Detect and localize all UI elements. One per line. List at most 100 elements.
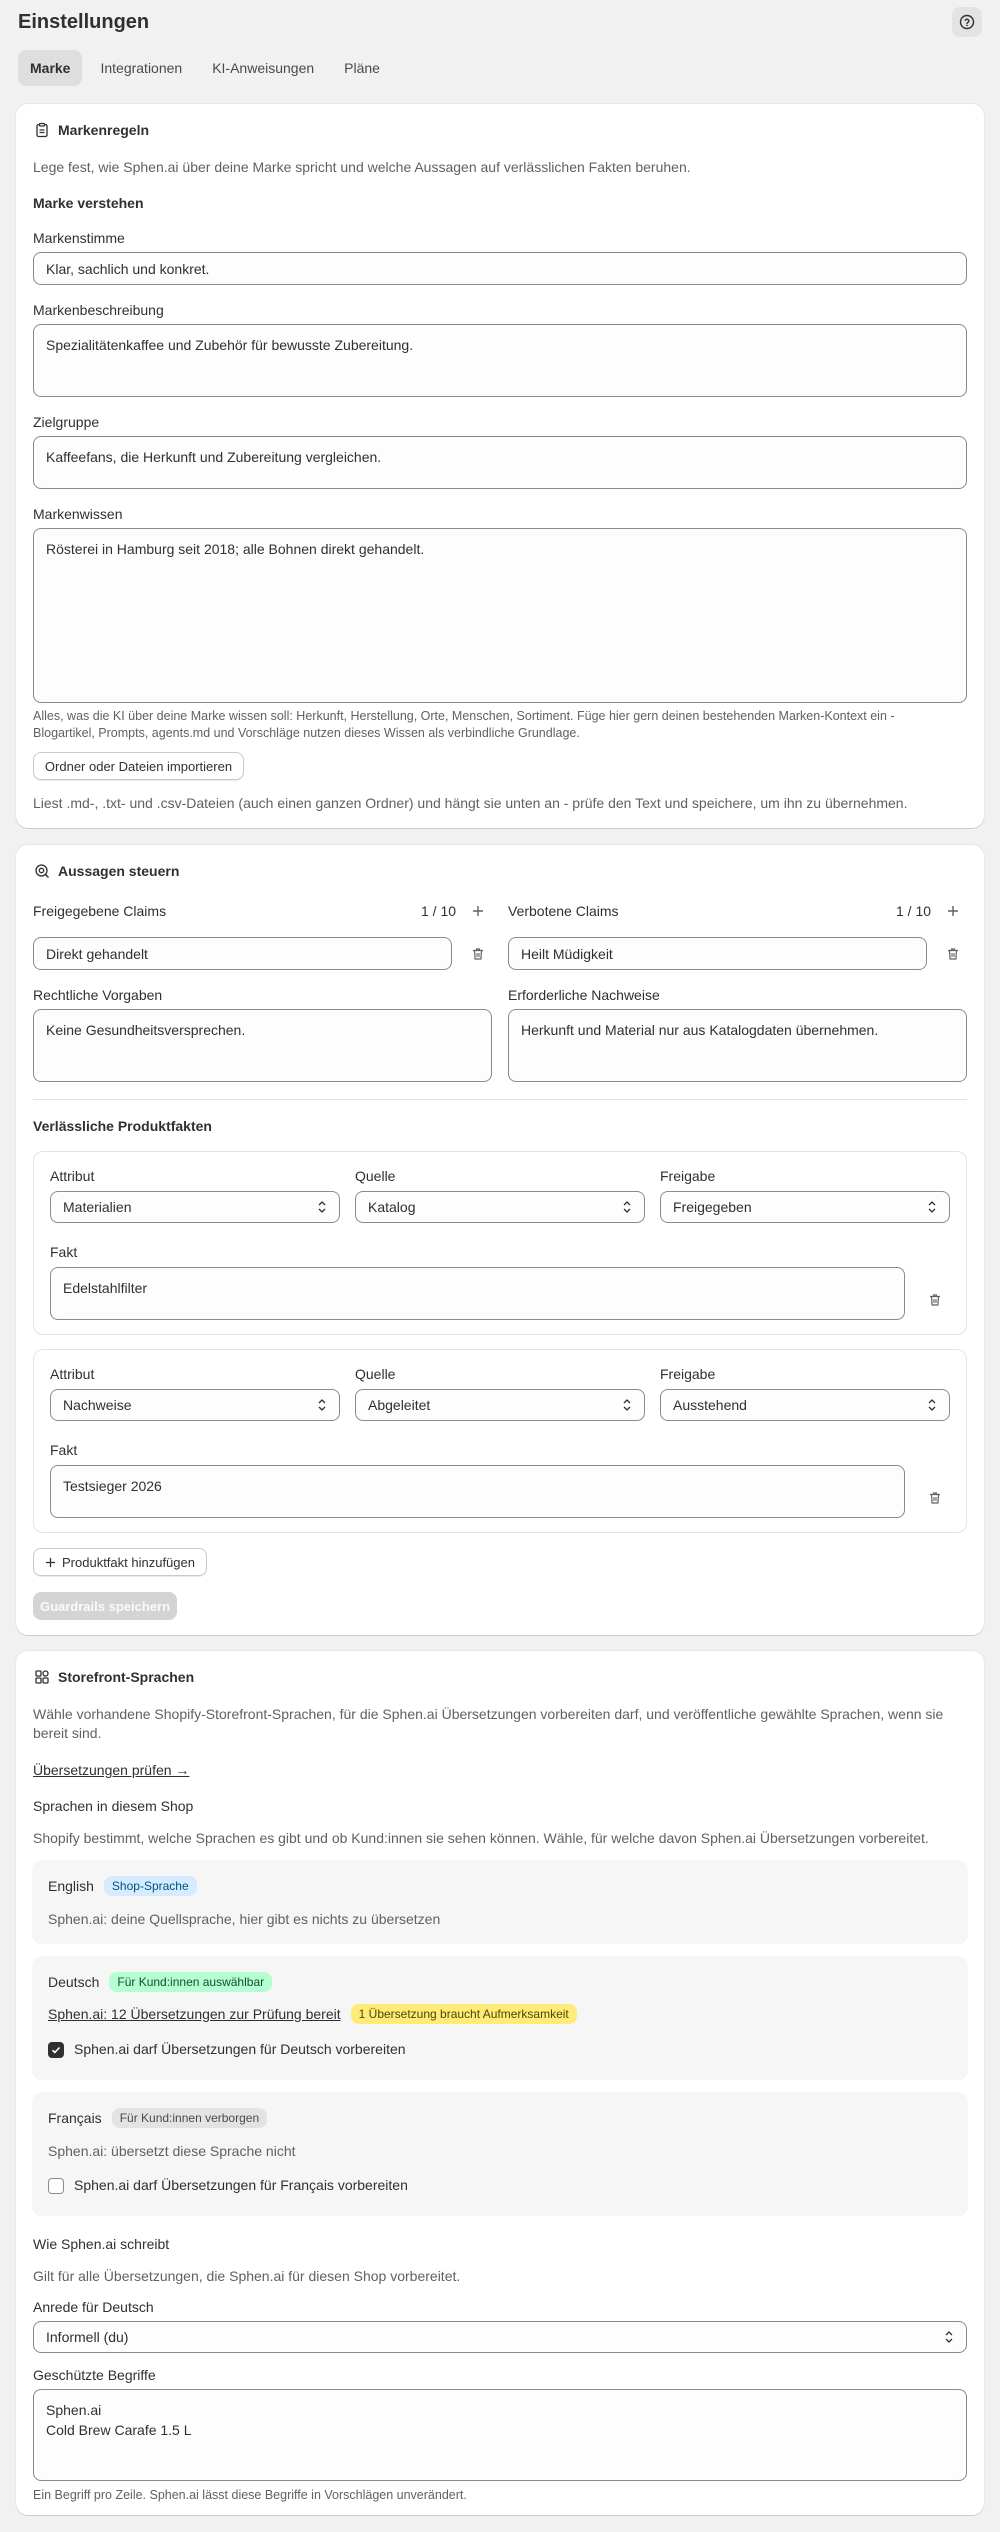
forbidden-claims-label: Verbotene Claims bbox=[508, 903, 619, 919]
protected-terms-textarea[interactable]: Sphen.ai Cold Brew Carafe 1.5 L bbox=[33, 2389, 967, 2481]
language-name: Français bbox=[48, 2109, 102, 2126]
target-search-icon bbox=[35, 864, 49, 878]
brand-knowledge-textarea[interactable]: Rösterei in Hamburg seit 2018; alle Bohn… bbox=[33, 528, 967, 703]
source-value: Katalog bbox=[368, 1199, 416, 1215]
add-approved-claim-button[interactable] bbox=[468, 901, 488, 921]
brand-rules-title: Markenregeln bbox=[58, 122, 150, 138]
shop-languages-title: Sprachen in diesem Shop bbox=[33, 1798, 194, 1814]
translations-ready-link[interactable]: Sphen.ai: 12 Übersetzungen zur Prüfung b… bbox=[48, 2005, 341, 2024]
attribute-value: Materialien bbox=[63, 1199, 132, 1215]
select-arrows-icon bbox=[318, 1201, 326, 1213]
languages-intro: Wähle vorhandene Shopify-Storefront-Spra… bbox=[33, 1706, 944, 1741]
approval-label: Freigabe bbox=[660, 1168, 716, 1184]
attribute-select[interactable]: Nachweise bbox=[50, 1389, 340, 1421]
review-translations-link[interactable]: Übersetzungen prüfen → bbox=[33, 1761, 189, 1780]
help-button[interactable] bbox=[952, 7, 982, 37]
trash-icon bbox=[473, 948, 483, 960]
save-guardrails-button[interactable]: Guardrails speichern bbox=[33, 1592, 177, 1620]
knowledge-help: Alles, was die KI über deine Marke wisse… bbox=[33, 709, 895, 740]
attribute-select[interactable]: Materialien bbox=[50, 1191, 340, 1223]
attribute-label: Attribut bbox=[50, 1168, 95, 1184]
claims-header: Aussagen steuern bbox=[34, 863, 179, 879]
approval-select[interactable]: Freigegeben bbox=[660, 1191, 950, 1223]
attribute-value: Nachweise bbox=[63, 1397, 132, 1413]
storefront-languages-card: Storefront-Sprachen Wähle vorhandene Sho… bbox=[16, 1651, 984, 2515]
apps-icon bbox=[35, 1670, 49, 1684]
french-checkbox-label: Sphen.ai darf Übersetzungen für Français… bbox=[74, 2177, 408, 2193]
section-understand-brand: Marke verstehen bbox=[33, 195, 144, 211]
forbidden-claims-count: 1 / 10 bbox=[896, 903, 932, 919]
approved-claims-label: Freigegebene Claims bbox=[33, 903, 167, 919]
description-label: Markenbeschreibung bbox=[33, 302, 164, 318]
tab-ki-anweisungen[interactable]: KI-Anweisungen bbox=[200, 50, 326, 86]
claims-card: Aussagen steuern Freigegebene Claims 1 /… bbox=[16, 845, 984, 1635]
product-facts-title: Verlässliche Produktfakten bbox=[33, 1118, 212, 1134]
approval-value: Freigegeben bbox=[673, 1199, 752, 1215]
add-product-fact-button[interactable]: Produktfakt hinzufügen bbox=[33, 1548, 207, 1576]
fact-label: Fakt bbox=[50, 1442, 78, 1458]
help-icon bbox=[959, 14, 975, 30]
german-checkbox-row[interactable]: Sphen.ai darf Übersetzungen für Deutsch … bbox=[48, 2040, 406, 2059]
tab-plaene[interactable]: Pläne bbox=[332, 50, 392, 86]
writing-help: Gilt für alle Übersetzungen, die Sphen.a… bbox=[33, 2268, 461, 2284]
evidence-textarea[interactable]: Herkunft und Material nur aus Katalogdat… bbox=[508, 1009, 967, 1082]
language-french: Français Für Kund:innen verborgen Sphen.… bbox=[32, 2092, 968, 2216]
language-note: Sphen.ai: deine Quellsprache, hier gibt … bbox=[48, 1911, 441, 1927]
language-name: Deutsch bbox=[48, 1973, 100, 1990]
delete-forbidden-claim-button[interactable] bbox=[943, 944, 963, 964]
approved-claim-input[interactable]: Direkt gehandelt bbox=[33, 937, 452, 970]
forbidden-claim-input[interactable]: Heilt Müdigkeit bbox=[508, 937, 927, 970]
delete-fact-button[interactable] bbox=[925, 1290, 945, 1310]
source-label: Quelle bbox=[355, 1366, 396, 1382]
shop-languages-help: Shopify bestimmt, welche Sprachen es gib… bbox=[33, 1830, 929, 1846]
brand-intro: Lege fest, wie Sphen.ai über deine Marke… bbox=[33, 159, 691, 175]
source-select[interactable]: Abgeleitet bbox=[355, 1389, 645, 1421]
writing-title: Wie Sphen.ai schreibt bbox=[33, 2236, 170, 2252]
product-fact-row: Attribut Quelle Freigabe Nachweise Abgel… bbox=[33, 1349, 967, 1533]
clipboard-icon bbox=[36, 122, 48, 138]
voice-label: Markenstimme bbox=[33, 230, 125, 246]
german-checkbox-label: Sphen.ai darf Übersetzungen für Deutsch … bbox=[74, 2041, 406, 2057]
attribute-label: Attribut bbox=[50, 1366, 95, 1382]
tab-marke[interactable]: Marke bbox=[18, 50, 83, 86]
approval-select[interactable]: Ausstehend bbox=[660, 1389, 950, 1421]
brand-voice-input[interactable]: Klar, sachlich und konkret. bbox=[33, 252, 967, 285]
select-arrows-icon bbox=[623, 1201, 631, 1213]
legal-label: Rechtliche Vorgaben bbox=[33, 987, 163, 1003]
protected-terms-help: Ein Begriff pro Zeile. Sphen.ai lässt di… bbox=[33, 2488, 467, 2502]
legal-textarea[interactable]: Keine Gesundheitsversprechen. bbox=[33, 1009, 492, 1082]
language-note: Sphen.ai: übersetzt diese Sprache nicht bbox=[48, 2143, 296, 2159]
delete-fact-button[interactable] bbox=[925, 1488, 945, 1508]
french-checkbox[interactable] bbox=[48, 2177, 64, 2194]
brand-description-textarea[interactable]: Spezialitätenkaffee und Zubehör für bewu… bbox=[33, 324, 967, 397]
approval-label: Freigabe bbox=[660, 1366, 716, 1382]
plus-icon bbox=[948, 906, 958, 916]
page-title: Einstellungen bbox=[18, 10, 150, 33]
protected-terms-label: Geschützte Begriffe bbox=[33, 2367, 156, 2383]
claims-title: Aussagen steuern bbox=[58, 863, 180, 879]
delete-approved-claim-button[interactable] bbox=[468, 944, 488, 964]
top-bar: Einstellungen bbox=[0, 0, 1000, 44]
fact-textarea[interactable]: Testsieger 2026 bbox=[50, 1465, 905, 1518]
french-checkbox-row[interactable]: Sphen.ai darf Übersetzungen für Français… bbox=[48, 2176, 408, 2195]
audience-textarea[interactable]: Kaffeefans, die Herkunft und Zubereitung… bbox=[33, 436, 967, 489]
tab-integrationen[interactable]: Integrationen bbox=[88, 50, 194, 86]
plus-icon bbox=[473, 906, 483, 916]
knowledge-label: Markenwissen bbox=[33, 506, 123, 522]
source-value: Abgeleitet bbox=[368, 1397, 431, 1413]
fact-label: Fakt bbox=[50, 1244, 78, 1260]
german-checkbox[interactable] bbox=[48, 2041, 64, 2058]
import-help: Liest .md-, .txt- und .csv-Dateien (auch… bbox=[33, 795, 908, 811]
check-icon bbox=[51, 2046, 61, 2054]
salutation-select[interactable]: Informell (du) bbox=[33, 2321, 967, 2353]
add-product-fact-label: Produktfakt hinzufügen bbox=[62, 1554, 195, 1570]
hidden-badge: Für Kund:innen verborgen bbox=[111, 2108, 268, 2128]
source-select[interactable]: Katalog bbox=[355, 1191, 645, 1223]
select-arrows-icon bbox=[318, 1399, 326, 1411]
import-files-button[interactable]: Ordner oder Dateien importieren bbox=[33, 752, 244, 780]
add-forbidden-claim-button[interactable] bbox=[943, 901, 963, 921]
languages-title: Storefront-Sprachen bbox=[58, 1669, 195, 1685]
source-label: Quelle bbox=[355, 1168, 396, 1184]
fact-textarea[interactable]: Edelstahlfilter bbox=[50, 1267, 905, 1320]
language-german: Deutsch Für Kund:innen auswählbar Sphen.… bbox=[32, 1956, 968, 2080]
